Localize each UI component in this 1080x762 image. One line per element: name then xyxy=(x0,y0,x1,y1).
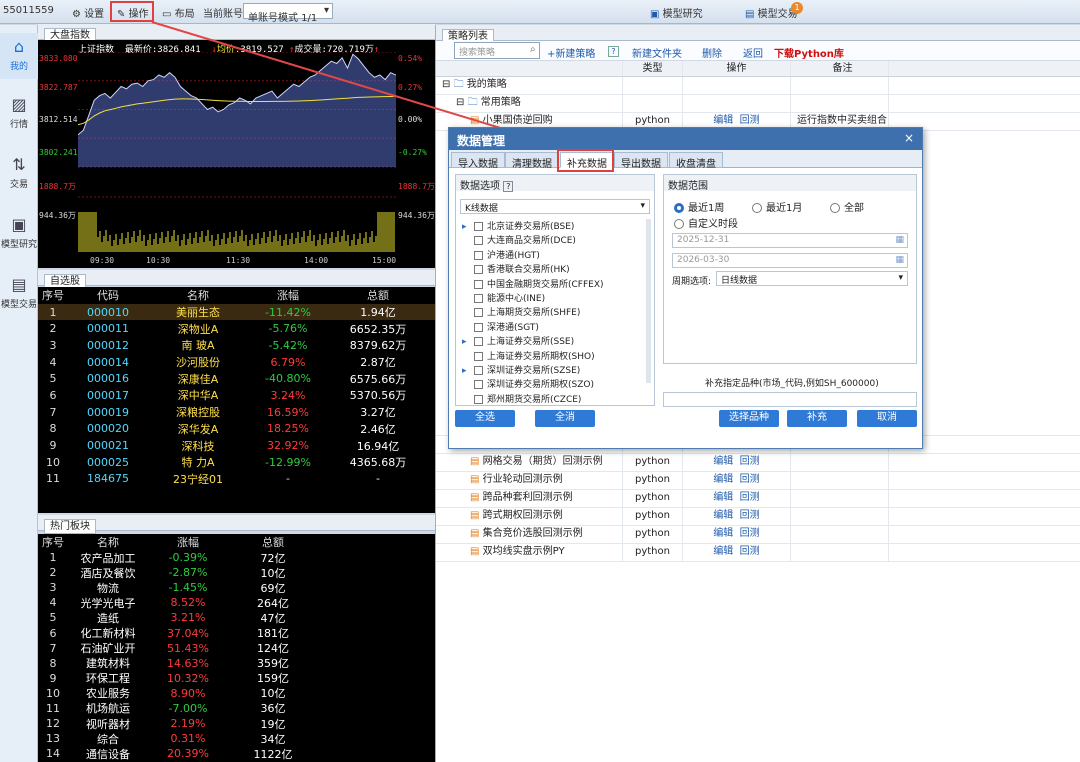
calendar-icon: ▦ xyxy=(895,235,904,245)
checkbox[interactable] xyxy=(474,322,483,332)
expand-icon[interactable] xyxy=(462,265,474,275)
market-item[interactable]: ▸ 北京证券交易所(BSE) xyxy=(460,219,652,233)
help-icon[interactable]: ? xyxy=(503,181,514,192)
select-all-button[interactable]: 全选 xyxy=(455,410,515,427)
tab-clean[interactable]: 清理数据 xyxy=(505,152,559,170)
market-item[interactable]: 大连商品交易所(DCE) xyxy=(460,233,652,247)
options-title: 数据选项 ? xyxy=(456,175,654,192)
checkbox[interactable] xyxy=(474,250,483,260)
checkbox[interactable] xyxy=(474,279,483,289)
market-list: ▸ 北京证券交易所(BSE) 大连商品交易所(DCE) 沪港通(HGT) 香港联合… xyxy=(460,219,652,405)
date-to-input[interactable]: 2026-03-30 ▦ xyxy=(672,253,908,268)
market-item[interactable]: 深港通(SGT) xyxy=(460,320,652,334)
checkbox[interactable] xyxy=(474,380,483,390)
period-select[interactable]: 日线数据 ▾ xyxy=(716,271,908,286)
checkbox[interactable] xyxy=(474,236,483,246)
checkbox[interactable] xyxy=(474,293,483,303)
radio-last-week[interactable]: 最近1周 xyxy=(674,199,724,214)
market-item[interactable]: 上海期货交易所(SHFE) xyxy=(460,305,652,319)
highlight-box xyxy=(557,149,614,172)
expand-icon[interactable] xyxy=(462,294,474,304)
close-icon[interactable]: × xyxy=(904,131,914,145)
dialog-tabs: 导入数据 清理数据 补充数据 导出数据 收盘清盘 xyxy=(449,150,922,170)
radio-last-month[interactable]: 最近1月 xyxy=(752,199,802,214)
clear-all-button[interactable]: 全消 xyxy=(535,410,595,427)
period-label: 周期选项: xyxy=(672,277,712,287)
chevron-down-icon: ▾ xyxy=(898,273,903,283)
data-range-panel: 数据范围 最近1周 最近1月 全部 自定义时段 2025-12-31 ▦ 2026… xyxy=(663,174,917,364)
market-item[interactable]: 沪港通(HGT) xyxy=(460,248,652,262)
expand-icon[interactable]: ▸ xyxy=(462,222,474,232)
expand-icon[interactable] xyxy=(462,308,474,318)
expand-icon[interactable] xyxy=(462,280,474,290)
market-item[interactable]: 香港联合交易所(HK) xyxy=(460,262,652,276)
checkbox[interactable] xyxy=(474,365,483,375)
market-item[interactable]: ▸ 深圳证券交易所(SZSE) xyxy=(460,363,652,377)
kline-select[interactable]: K线数据 ▾ xyxy=(460,199,650,214)
market-item[interactable]: 郑州期货交易所(CZCE) xyxy=(460,392,652,405)
checkbox[interactable] xyxy=(474,337,483,347)
range-title: 数据范围 xyxy=(664,175,916,192)
tab-export[interactable]: 导出数据 xyxy=(614,152,668,170)
checkbox[interactable] xyxy=(474,222,483,231)
expand-icon[interactable] xyxy=(462,395,474,405)
chevron-down-icon: ▾ xyxy=(640,201,645,211)
expand-icon[interactable] xyxy=(462,236,474,246)
market-scrollbar[interactable] xyxy=(646,219,651,383)
tab-import[interactable]: 导入数据 xyxy=(451,152,505,170)
calendar-icon: ▦ xyxy=(895,255,904,265)
expand-icon[interactable]: ▸ xyxy=(462,366,474,376)
expand-icon[interactable] xyxy=(462,380,474,390)
market-item[interactable]: 能源中心(INE) xyxy=(460,291,652,305)
market-item[interactable]: 中国金融期货交易所(CFFEX) xyxy=(460,277,652,291)
date-from-input[interactable]: 2025-12-31 ▦ xyxy=(672,233,908,248)
supplement-button[interactable]: 补充 xyxy=(787,410,847,427)
choose-symbol-button[interactable]: 选择品种 xyxy=(719,410,779,427)
market-item[interactable]: ▸ 上海证券交易所(SSE) xyxy=(460,334,652,348)
market-item[interactable]: 深圳证券交易所期权(SZO) xyxy=(460,377,652,391)
radio-all[interactable]: 全部 xyxy=(830,199,864,214)
supplement-code-input[interactable] xyxy=(663,392,917,407)
expand-icon[interactable]: ▸ xyxy=(462,337,474,347)
cancel-button[interactable]: 取消 xyxy=(857,410,917,427)
data-manager-dialog: 数据管理 × 导入数据 清理数据 补充数据 导出数据 收盘清盘 数据选项 ? K线… xyxy=(448,127,923,449)
market-item[interactable]: 上海证券交易所期权(SHO) xyxy=(460,349,652,363)
data-options-panel: 数据选项 ? K线数据 ▾ ▸ 北京证券交易所(BSE) 大连商品交易所(DCE) … xyxy=(455,174,655,406)
radio-custom[interactable]: 自定义时段 xyxy=(674,215,738,230)
supplement-label: 补充指定品种(市场_代码,例如SH_600000) xyxy=(705,379,879,389)
checkbox[interactable] xyxy=(474,265,483,275)
checkbox[interactable] xyxy=(474,394,483,404)
checkbox[interactable] xyxy=(474,351,483,361)
expand-icon[interactable] xyxy=(462,352,474,362)
dialog-title: 数据管理 xyxy=(457,134,506,148)
dialog-title-bar: 数据管理 × xyxy=(449,128,922,150)
tab-settle[interactable]: 收盘清盘 xyxy=(669,152,723,170)
checkbox[interactable] xyxy=(474,308,483,318)
expand-icon[interactable] xyxy=(462,251,474,261)
expand-icon[interactable] xyxy=(462,323,474,333)
